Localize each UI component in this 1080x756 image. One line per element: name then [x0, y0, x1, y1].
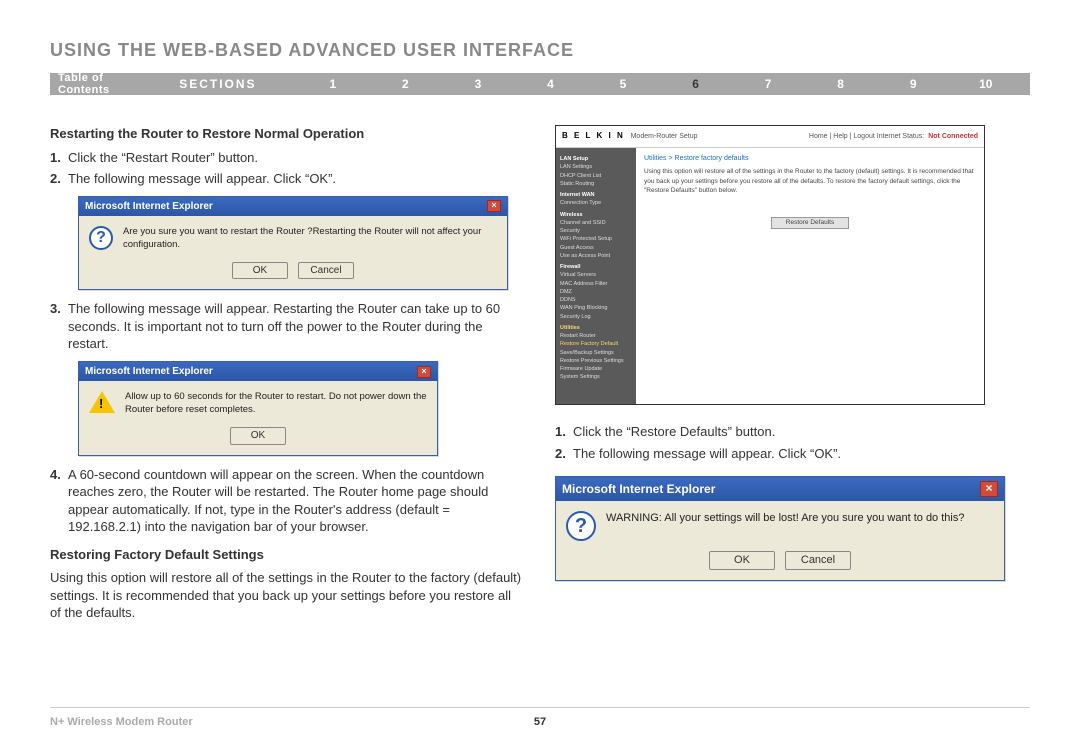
sidebar-item[interactable]: Security [560, 227, 632, 235]
close-icon[interactable]: × [417, 366, 431, 378]
sidebar-item[interactable]: Firmware Update [560, 365, 632, 373]
dialog-message: Are you sure you want to restart the Rou… [123, 226, 497, 252]
sidebar-item[interactable]: Static Routing [560, 180, 632, 188]
router-breadcrumb: Utilities > Restore factory defaults [644, 154, 976, 163]
ok-button[interactable]: OK [232, 262, 288, 280]
step-number: 2. [555, 445, 573, 463]
sidebar-item[interactable]: LAN Settings [560, 163, 632, 171]
footer-page-number: 57 [534, 716, 546, 728]
restore-step-2: 2. The following message will appear. Cl… [555, 445, 1030, 463]
restore-step-1: 1. Click the “Restore Defaults” button. [555, 423, 1030, 441]
step-text: Click the “Restart Router” button. [68, 149, 525, 167]
left-column: Restarting the Router to Restore Normal … [50, 125, 525, 622]
nav-sections-label: SECTIONS [179, 77, 256, 91]
page-footer: N+ Wireless Modem Router 57 [50, 707, 1030, 728]
dialog-restore-warning: Microsoft Internet Explorer × ? WARNING:… [555, 476, 1030, 581]
sidebar-item[interactable]: WAN Ping Blocking [560, 304, 632, 312]
ok-button[interactable]: OK [709, 551, 775, 570]
nav-section-3[interactable]: 3 [442, 77, 515, 91]
nav-section-5[interactable]: 5 [587, 77, 660, 91]
sidebar-item[interactable]: DHCP Client List [560, 172, 632, 180]
step-text: The following message will appear. Resta… [68, 300, 525, 353]
sidebar-item[interactable]: System Settings [560, 373, 632, 381]
restart-step-1: 1. Click the “Restart Router” button. [50, 149, 525, 167]
internet-status: Not Connected [928, 132, 978, 141]
restore-paragraph: Using this option will restore all of th… [50, 569, 525, 622]
router-brand: B E L K I N [562, 131, 625, 140]
sidebar-item[interactable]: MAC Address Filter [560, 280, 632, 288]
step-text: The following message will appear. Click… [68, 170, 525, 188]
cancel-button[interactable]: Cancel [785, 551, 851, 570]
router-product: Modem-Router Setup [631, 133, 698, 140]
question-icon: ? [566, 511, 596, 541]
section-nav-bar: Table of Contents SECTIONS 1 2 3 4 5 6 7… [50, 73, 1030, 95]
nav-section-1[interactable]: 1 [297, 77, 370, 91]
step-number: 2. [50, 170, 68, 188]
nav-section-10[interactable]: 10 [949, 77, 1022, 91]
right-column: B E L K I N Modem-Router Setup Home | He… [555, 125, 1030, 622]
step-text: A 60-second countdown will appear on the… [68, 466, 525, 536]
nav-toc[interactable]: Table of Contents [58, 72, 149, 96]
sidebar-item[interactable]: Security Log [560, 313, 632, 321]
sidebar-item[interactable]: DMZ [560, 288, 632, 296]
sidebar-item[interactable]: Guest Access [560, 244, 632, 252]
question-icon: ? [89, 226, 113, 250]
restart-step-3: 3. The following message will appear. Re… [50, 300, 525, 353]
sidebar-item[interactable]: Channel and SSID [560, 219, 632, 227]
dialog-message: Allow up to 60 seconds for the Router to… [125, 391, 427, 417]
dialog-title: Microsoft Internet Explorer [85, 365, 213, 379]
page-title: USING THE WEB-BASED ADVANCED USER INTERF… [50, 40, 1030, 61]
sidebar-section: Internet WAN [560, 191, 632, 199]
sidebar-item[interactable]: Restart Router [560, 332, 632, 340]
warning-icon [89, 391, 115, 413]
nav-section-6[interactable]: 6 [659, 77, 732, 91]
sidebar-item[interactable]: Restore Previous Settings [560, 357, 632, 365]
dialog-restart-wait: Microsoft Internet Explorer × Allow up t… [78, 361, 525, 456]
nav-section-4[interactable]: 4 [514, 77, 587, 91]
router-content: Utilities > Restore factory defaults Usi… [636, 148, 984, 404]
router-sidebar: LAN Setup LAN Settings DHCP Client List … [556, 148, 636, 404]
dialog-restart-confirm: Microsoft Internet Explorer × ? Are you … [78, 196, 525, 291]
step-text: Click the “Restore Defaults” button. [573, 423, 1030, 441]
dialog-message: WARNING: All your settings will be lost!… [606, 511, 964, 526]
sidebar-item[interactable]: Virtual Servers [560, 271, 632, 279]
dialog-title: Microsoft Internet Explorer [562, 481, 715, 497]
sidebar-item[interactable]: Save/Backup Settings [560, 349, 632, 357]
restart-step-4: 4. A 60-second countdown will appear on … [50, 466, 525, 536]
sidebar-section: LAN Setup [560, 155, 632, 163]
step-number: 1. [555, 423, 573, 441]
sidebar-section: Firewall [560, 263, 632, 271]
restart-heading: Restarting the Router to Restore Normal … [50, 125, 525, 143]
footer-product: N+ Wireless Modem Router [50, 716, 193, 728]
router-description: Using this option will restore all of th… [644, 167, 976, 194]
sidebar-item[interactable]: WiFi Protected Setup [560, 235, 632, 243]
sidebar-section: Utilities [560, 324, 632, 332]
dialog-title: Microsoft Internet Explorer [85, 200, 213, 214]
nav-section-8[interactable]: 8 [804, 77, 877, 91]
restart-step-2: 2. The following message will appear. Cl… [50, 170, 525, 188]
close-icon[interactable]: × [487, 200, 501, 212]
sidebar-item-active[interactable]: Restore Factory Default [560, 340, 632, 348]
sidebar-item[interactable]: Use as Access Point [560, 252, 632, 260]
sidebar-item[interactable]: Connection Type [560, 199, 632, 207]
step-number: 4. [50, 466, 68, 536]
sidebar-item[interactable]: DDNS [560, 296, 632, 304]
router-admin-screenshot: B E L K I N Modem-Router Setup Home | He… [555, 125, 985, 405]
nav-section-7[interactable]: 7 [732, 77, 805, 91]
close-icon[interactable]: × [980, 481, 998, 497]
nav-section-9[interactable]: 9 [877, 77, 950, 91]
restore-defaults-button[interactable]: Restore Defaults [771, 217, 849, 230]
router-header-links: Home | Help | Logout Internet Status: [809, 132, 924, 141]
sidebar-section: Wireless [560, 211, 632, 219]
ok-button[interactable]: OK [230, 427, 286, 445]
step-number: 3. [50, 300, 68, 353]
cancel-button[interactable]: Cancel [298, 262, 354, 280]
nav-section-2[interactable]: 2 [369, 77, 442, 91]
step-number: 1. [50, 149, 68, 167]
step-text: The following message will appear. Click… [573, 445, 1030, 463]
restore-heading: Restoring Factory Default Settings [50, 546, 525, 564]
